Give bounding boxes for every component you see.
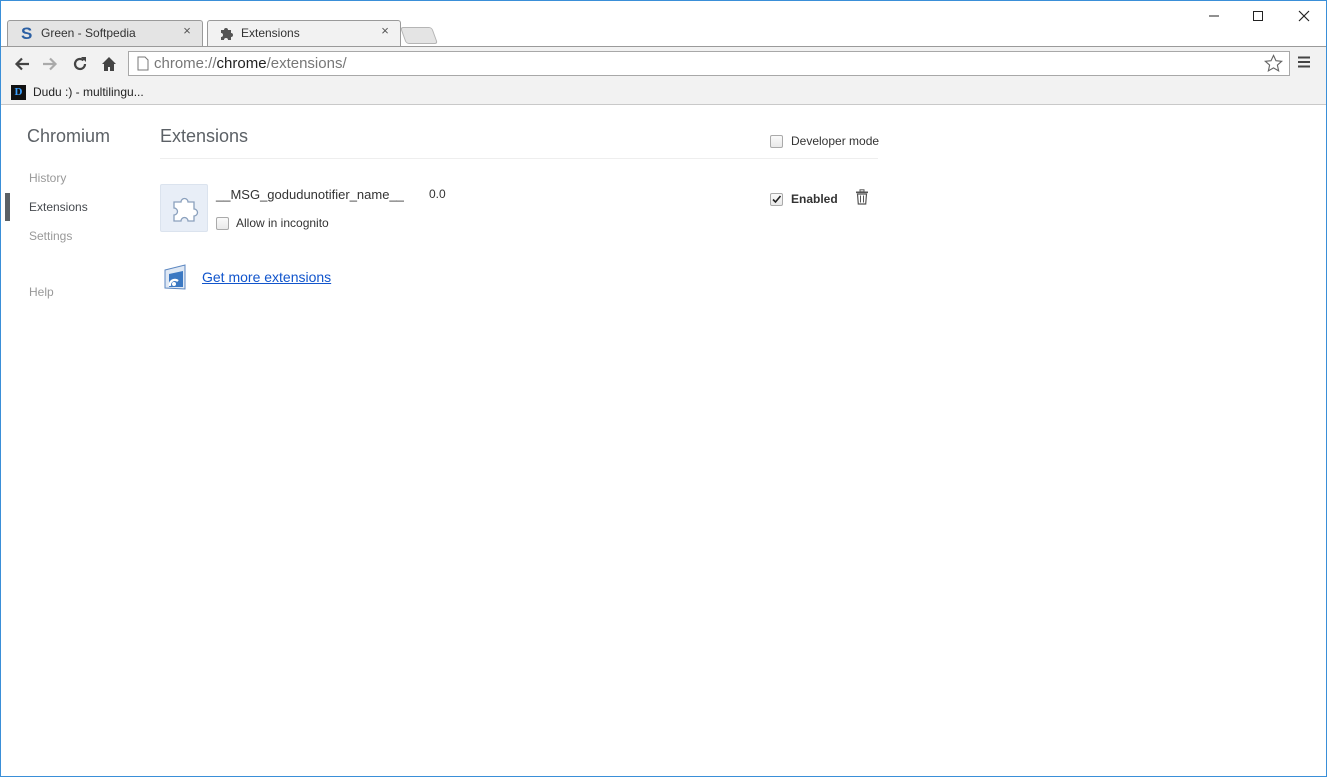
bookmark-label: Dudu :) - multilingu... [33, 85, 144, 99]
minimize-button[interactable] [1191, 5, 1237, 27]
browser-window: S Green - Softpedia × Extensions × chrom… [0, 0, 1327, 777]
toolbar: chrome://chrome/extensions/ [1, 46, 1326, 79]
bookmarks-bar: D Dudu :) - multilingu... [1, 79, 1326, 105]
url-host: chrome [216, 55, 267, 72]
back-button[interactable] [11, 53, 33, 75]
sidebar-selection-marker [5, 193, 10, 221]
address-bar[interactable]: chrome://chrome/extensions/ [128, 51, 1290, 76]
developer-mode-label[interactable]: Developer mode [791, 134, 879, 148]
softpedia-s-icon: S [19, 24, 35, 43]
menu-button[interactable] [1297, 55, 1311, 74]
close-window-button[interactable] [1281, 5, 1326, 27]
tab-background [207, 20, 401, 46]
allow-incognito-label[interactable]: Allow in incognito [236, 216, 329, 230]
extension-icon [160, 184, 208, 232]
enabled-checkbox[interactable] [770, 193, 783, 206]
maximize-button[interactable] [1235, 5, 1281, 27]
sidebar-item-extensions[interactable]: Extensions [29, 200, 88, 214]
web-store-icon[interactable] [162, 262, 192, 297]
reload-icon [73, 57, 87, 71]
home-icon [102, 57, 116, 71]
trash-icon [856, 189, 868, 205]
hamburger-menu-icon [1298, 56, 1310, 68]
tab-softpedia[interactable]: S Green - Softpedia × [7, 20, 203, 46]
close-icon [1298, 10, 1310, 22]
close-icon[interactable]: × [379, 24, 391, 37]
page-title: Extensions [160, 126, 249, 146]
url-scheme: chrome:// [154, 55, 217, 72]
forward-arrow-icon [43, 57, 58, 71]
page-icon [137, 56, 149, 76]
tab-strip: S Green - Softpedia × Extensions × [1, 1, 1326, 46]
checkmark-icon [772, 195, 782, 204]
puzzle-icon [173, 197, 199, 222]
url-path: /extensions/ [266, 55, 347, 72]
tab-title: Green - Softpedia [41, 26, 136, 40]
tab-extensions[interactable]: Extensions × [207, 20, 401, 46]
dudu-icon: D [11, 84, 26, 100]
extensions-page: Chromium History Extensions Settings Hel… [1, 105, 1326, 776]
sidebar-item-settings[interactable]: Settings [29, 229, 72, 243]
minimize-icon [1209, 15, 1219, 17]
allow-incognito-checkbox[interactable] [216, 217, 229, 230]
sidebar-item-help[interactable]: Help [29, 285, 54, 299]
remove-extension-button[interactable] [855, 189, 869, 210]
reload-button[interactable] [69, 53, 91, 75]
sidebar-item-history[interactable]: History [29, 171, 66, 185]
sidebar-brand: Chromium [27, 126, 111, 146]
bookmark-star-icon[interactable] [1263, 54, 1284, 78]
get-more-extensions-link[interactable]: Get more extensions [202, 269, 331, 285]
extension-version: 0.0 [429, 187, 446, 201]
bookmark-item[interactable]: D Dudu :) - multilingu... [11, 83, 144, 101]
close-icon[interactable]: × [181, 24, 193, 37]
tab-title: Extensions [241, 26, 300, 40]
svg-text:S: S [21, 25, 32, 41]
back-arrow-icon [14, 57, 29, 71]
home-button[interactable] [98, 53, 120, 75]
header-divider [160, 158, 878, 159]
new-tab-button[interactable] [399, 27, 439, 44]
developer-mode-checkbox[interactable] [770, 135, 783, 148]
url-text[interactable]: chrome://chrome/extensions/ [154, 55, 347, 72]
extension-name: __MSG_godudunotifier_name__ [216, 187, 404, 202]
forward-button[interactable] [39, 53, 61, 75]
enabled-label[interactable]: Enabled [791, 192, 838, 206]
maximize-icon [1253, 11, 1263, 21]
puzzle-icon [219, 25, 235, 41]
